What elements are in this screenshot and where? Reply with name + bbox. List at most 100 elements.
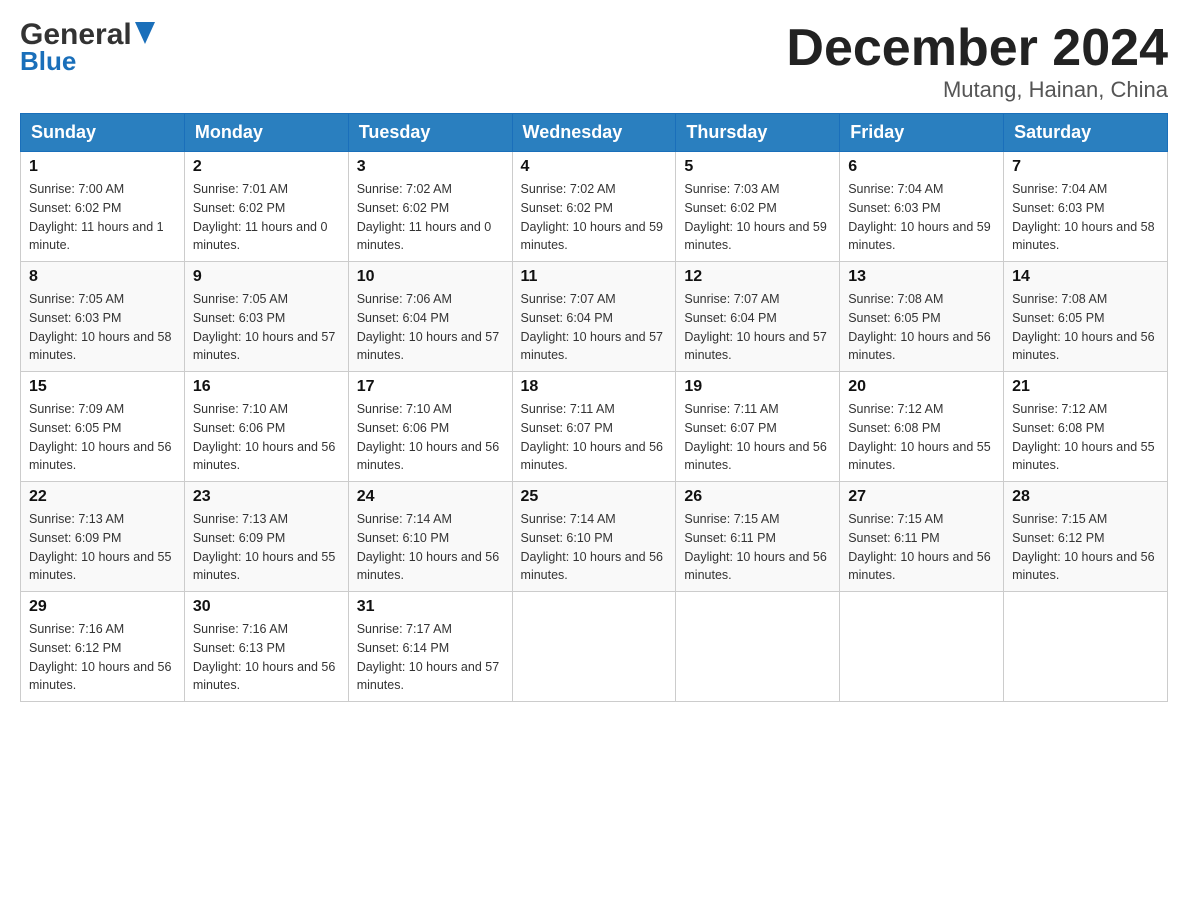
calendar-week-row: 15 Sunrise: 7:09 AMSunset: 6:05 PMDayligh…: [21, 372, 1168, 482]
table-row: [676, 592, 840, 702]
table-row: 15 Sunrise: 7:09 AMSunset: 6:05 PMDayligh…: [21, 372, 185, 482]
day-number: 2: [193, 158, 340, 176]
day-number: 25: [521, 488, 668, 506]
table-row: 14 Sunrise: 7:08 AMSunset: 6:05 PMDayligh…: [1004, 262, 1168, 372]
logo: General Blue: [20, 20, 155, 77]
day-number: 31: [357, 598, 504, 616]
day-number: 27: [848, 488, 995, 506]
day-number: 18: [521, 378, 668, 396]
header-sunday: Sunday: [21, 114, 185, 152]
day-number: 28: [1012, 488, 1159, 506]
calendar-week-row: 8 Sunrise: 7:05 AMSunset: 6:03 PMDaylight…: [21, 262, 1168, 372]
table-row: 9 Sunrise: 7:05 AMSunset: 6:03 PMDaylight…: [184, 262, 348, 372]
day-number: 9: [193, 268, 340, 286]
table-row: 23Sunrise: 7:13 AMSunset: 6:09 PMDayligh…: [184, 482, 348, 592]
day-number: 11: [521, 268, 668, 286]
day-info: Sunrise: 7:10 AMSunset: 6:06 PMDaylight:…: [357, 400, 504, 475]
table-row: 19 Sunrise: 7:11 AMSunset: 6:07 PMDayligh…: [676, 372, 840, 482]
day-info: Sunrise: 7:16 AMSunset: 6:12 PMDaylight:…: [29, 620, 176, 695]
table-row: 30Sunrise: 7:16 AMSunset: 6:13 PMDayligh…: [184, 592, 348, 702]
table-row: 28 Sunrise: 7:15 AMSunset: 6:12 PMDayligh…: [1004, 482, 1168, 592]
page-header: General Blue December 2024 Mutang, Haina…: [20, 20, 1168, 103]
table-row: 31 Sunrise: 7:17 AMSunset: 6:14 PMDayligh…: [348, 592, 512, 702]
day-info: Sunrise: 7:15 AMSunset: 6:12 PMDaylight:…: [1012, 510, 1159, 585]
day-number: 21: [1012, 378, 1159, 396]
day-info: Sunrise: 7:15 AMSunset: 6:11 PMDaylight:…: [848, 510, 995, 585]
table-row: 4Sunrise: 7:02 AMSunset: 6:02 PMDaylight…: [512, 152, 676, 262]
header-saturday: Saturday: [1004, 114, 1168, 152]
day-number: 13: [848, 268, 995, 286]
day-info: Sunrise: 7:01 AMSunset: 6:02 PMDaylight:…: [193, 180, 340, 255]
table-row: 2 Sunrise: 7:01 AMSunset: 6:02 PMDaylight…: [184, 152, 348, 262]
day-info: Sunrise: 7:02 AMSunset: 6:02 PMDaylight:…: [521, 180, 668, 255]
day-info: Sunrise: 7:08 AMSunset: 6:05 PMDaylight:…: [1012, 290, 1159, 365]
table-row: 27 Sunrise: 7:15 AMSunset: 6:11 PMDayligh…: [840, 482, 1004, 592]
table-row: 18 Sunrise: 7:11 AMSunset: 6:07 PMDayligh…: [512, 372, 676, 482]
day-info: Sunrise: 7:02 AMSunset: 6:02 PMDaylight:…: [357, 180, 504, 255]
calendar-week-row: 29 Sunrise: 7:16 AMSunset: 6:12 PMDayligh…: [21, 592, 1168, 702]
day-info: Sunrise: 7:03 AMSunset: 6:02 PMDaylight:…: [684, 180, 831, 255]
day-info: Sunrise: 7:12 AMSunset: 6:08 PMDaylight:…: [848, 400, 995, 475]
day-info: Sunrise: 7:07 AMSunset: 6:04 PMDaylight:…: [684, 290, 831, 365]
day-number: 19: [684, 378, 831, 396]
header-wednesday: Wednesday: [512, 114, 676, 152]
day-number: 26: [684, 488, 831, 506]
day-info: Sunrise: 7:10 AMSunset: 6:06 PMDaylight:…: [193, 400, 340, 475]
table-row: 7 Sunrise: 7:04 AMSunset: 6:03 PMDaylight…: [1004, 152, 1168, 262]
table-row: 11 Sunrise: 7:07 AMSunset: 6:04 PMDayligh…: [512, 262, 676, 372]
table-row: 26 Sunrise: 7:15 AMSunset: 6:11 PMDayligh…: [676, 482, 840, 592]
day-info: Sunrise: 7:04 AMSunset: 6:03 PMDaylight:…: [848, 180, 995, 255]
table-row: 12 Sunrise: 7:07 AMSunset: 6:04 PMDayligh…: [676, 262, 840, 372]
day-info: Sunrise: 7:08 AMSunset: 6:05 PMDaylight:…: [848, 290, 995, 365]
day-info: Sunrise: 7:11 AMSunset: 6:07 PMDaylight:…: [684, 400, 831, 475]
day-info: Sunrise: 7:07 AMSunset: 6:04 PMDaylight:…: [521, 290, 668, 365]
day-info: Sunrise: 7:00 AMSunset: 6:02 PMDaylight:…: [29, 180, 176, 255]
day-number: 8: [29, 268, 176, 286]
day-info: Sunrise: 7:09 AMSunset: 6:05 PMDaylight:…: [29, 400, 176, 475]
day-number: 14: [1012, 268, 1159, 286]
logo-blue-text: Blue: [20, 46, 76, 77]
day-number: 22: [29, 488, 176, 506]
day-number: 29: [29, 598, 176, 616]
location: Mutang, Hainan, China: [786, 77, 1168, 103]
day-info: Sunrise: 7:05 AMSunset: 6:03 PMDaylight:…: [193, 290, 340, 365]
table-row: 20Sunrise: 7:12 AMSunset: 6:08 PMDayligh…: [840, 372, 1004, 482]
month-title: December 2024: [786, 20, 1168, 77]
table-row: [1004, 592, 1168, 702]
day-number: 17: [357, 378, 504, 396]
table-row: 10 Sunrise: 7:06 AMSunset: 6:04 PMDayligh…: [348, 262, 512, 372]
day-number: 12: [684, 268, 831, 286]
logo-arrow-icon: [135, 22, 155, 48]
day-number: 30: [193, 598, 340, 616]
day-info: Sunrise: 7:12 AMSunset: 6:08 PMDaylight:…: [1012, 400, 1159, 475]
day-number: 16: [193, 378, 340, 396]
table-row: 6 Sunrise: 7:04 AMSunset: 6:03 PMDaylight…: [840, 152, 1004, 262]
calendar-week-row: 1 Sunrise: 7:00 AMSunset: 6:02 PMDaylight…: [21, 152, 1168, 262]
day-number: 15: [29, 378, 176, 396]
calendar-header-row: Sunday Monday Tuesday Wednesday Thursday…: [21, 114, 1168, 152]
day-info: Sunrise: 7:13 AMSunset: 6:09 PMDaylight:…: [29, 510, 176, 585]
table-row: 16 Sunrise: 7:10 AMSunset: 6:06 PMDayligh…: [184, 372, 348, 482]
day-number: 7: [1012, 158, 1159, 176]
table-row: 25 Sunrise: 7:14 AMSunset: 6:10 PMDayligh…: [512, 482, 676, 592]
day-number: 1: [29, 158, 176, 176]
day-info: Sunrise: 7:04 AMSunset: 6:03 PMDaylight:…: [1012, 180, 1159, 255]
day-number: 3: [357, 158, 504, 176]
day-info: Sunrise: 7:11 AMSunset: 6:07 PMDaylight:…: [521, 400, 668, 475]
table-row: [512, 592, 676, 702]
day-info: Sunrise: 7:17 AMSunset: 6:14 PMDaylight:…: [357, 620, 504, 695]
table-row: 8Sunrise: 7:05 AMSunset: 6:03 PMDaylight…: [21, 262, 185, 372]
day-number: 23: [193, 488, 340, 506]
day-info: Sunrise: 7:06 AMSunset: 6:04 PMDaylight:…: [357, 290, 504, 365]
day-info: Sunrise: 7:15 AMSunset: 6:11 PMDaylight:…: [684, 510, 831, 585]
day-info: Sunrise: 7:14 AMSunset: 6:10 PMDaylight:…: [521, 510, 668, 585]
calendar-week-row: 22 Sunrise: 7:13 AMSunset: 6:09 PMDayligh…: [21, 482, 1168, 592]
header-friday: Friday: [840, 114, 1004, 152]
header-thursday: Thursday: [676, 114, 840, 152]
table-row: [840, 592, 1004, 702]
table-row: 22 Sunrise: 7:13 AMSunset: 6:09 PMDayligh…: [21, 482, 185, 592]
day-number: 10: [357, 268, 504, 286]
table-row: 3 Sunrise: 7:02 AMSunset: 6:02 PMDaylight…: [348, 152, 512, 262]
day-number: 6: [848, 158, 995, 176]
title-section: December 2024 Mutang, Hainan, China: [786, 20, 1168, 103]
